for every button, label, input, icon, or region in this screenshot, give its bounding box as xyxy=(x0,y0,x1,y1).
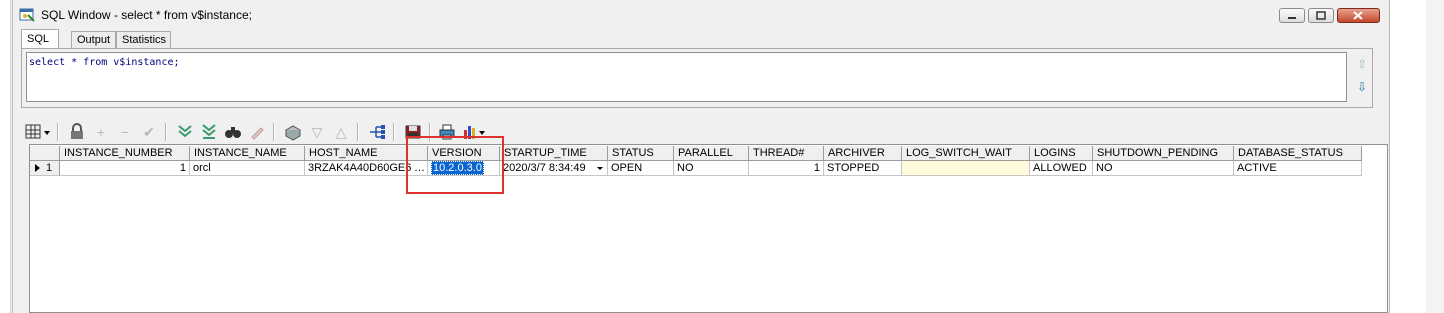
cell-text: 2020/3/7 8:34:49 xyxy=(503,162,586,174)
cell-text: OPEN xyxy=(611,162,643,174)
clear-icon[interactable] xyxy=(247,122,267,142)
find-icon[interactable] xyxy=(223,122,243,142)
highlight-box xyxy=(406,136,504,194)
delete-record-icon[interactable]: − xyxy=(115,122,135,142)
row-pointer-icon xyxy=(32,161,42,175)
fetch-last-icon[interactable] xyxy=(199,122,219,142)
col-shutdown-pending[interactable]: SHUTDOWN_PENDING xyxy=(1093,146,1234,161)
toolbar-separator xyxy=(57,123,59,141)
cell-thread[interactable]: 1 xyxy=(749,161,824,176)
col-parallel[interactable]: PARALLEL xyxy=(674,146,749,161)
fetch-next-icon[interactable] xyxy=(175,122,195,142)
scroll-down-icon[interactable]: ⇩ xyxy=(1354,80,1370,94)
minimize-icon xyxy=(1288,17,1296,19)
cell-archiver[interactable]: STOPPED xyxy=(824,161,902,176)
tab-output[interactable]: Output xyxy=(71,31,116,48)
cell-text: NO xyxy=(1096,162,1113,174)
scroll-up-icon[interactable]: ⇧ xyxy=(1354,57,1370,71)
cell-instance-number[interactable]: 1 xyxy=(60,161,190,176)
background-area xyxy=(1388,0,1444,313)
post-changes-icon[interactable]: ✔ xyxy=(139,122,159,142)
row-indicator[interactable]: 1 xyxy=(30,161,60,176)
filter-icon[interactable]: ▽ xyxy=(307,122,327,142)
restore-icon xyxy=(1316,11,1326,20)
cell-log-switch-wait[interactable] xyxy=(902,161,1030,176)
cell-shutdown-pending[interactable]: NO xyxy=(1093,161,1234,176)
query-by-example-icon[interactable] xyxy=(367,122,387,142)
cell-text: ALLOWED xyxy=(1033,162,1087,174)
sql-window-icon xyxy=(19,8,35,22)
cell-startup-time[interactable]: 2020/3/7 8:34:49 xyxy=(500,161,608,176)
background-window-edge xyxy=(0,0,11,313)
cell-instance-name[interactable]: orcl xyxy=(190,161,305,176)
sort-icon[interactable]: △ xyxy=(331,122,351,142)
row-number: 1 xyxy=(46,162,53,174)
window-title: SQL Window - select * from v$instance; xyxy=(41,8,252,22)
tab-statistics[interactable]: Statistics xyxy=(116,31,171,48)
cell-text: 3RZAK4A40D60GE6 xyxy=(308,162,412,174)
cell-text: 1 xyxy=(813,162,820,174)
row-indicator-header[interactable] xyxy=(30,146,60,161)
sql-editor-panel: select * from v$instance; ⇧ ⇩ xyxy=(21,48,1373,108)
tab-sql[interactable]: SQL xyxy=(21,29,59,49)
col-archiver[interactable]: ARCHIVER xyxy=(824,146,902,161)
col-startup-time[interactable]: STARTUP_TIME xyxy=(500,146,608,161)
sql-text: select * from v$instance; xyxy=(29,57,180,68)
col-database-status[interactable]: DATABASE_STATUS xyxy=(1234,146,1362,161)
toolbar-separator xyxy=(393,123,395,141)
cell-text: ACTIVE xyxy=(1237,162,1277,174)
lock-icon[interactable] xyxy=(67,122,87,142)
results-toolbar: + − ✔ ▽ △ xyxy=(17,120,1377,144)
close-icon xyxy=(1353,11,1363,20)
dropdown-arrow-icon[interactable] xyxy=(596,161,604,175)
toolbar-separator xyxy=(273,123,275,141)
toolbar-separator xyxy=(165,123,167,141)
cell-text: NO xyxy=(677,162,694,174)
restore-button[interactable] xyxy=(1308,8,1334,23)
col-logins[interactable]: LOGINS xyxy=(1030,146,1093,161)
cell-logins[interactable]: ALLOWED xyxy=(1030,161,1093,176)
cell-status[interactable]: OPEN xyxy=(608,161,674,176)
cell-database-status[interactable]: ACTIVE xyxy=(1234,161,1362,176)
col-log-switch-wait[interactable]: LOG_SWITCH_WAIT xyxy=(902,146,1030,161)
grid-view-icon[interactable] xyxy=(23,122,51,142)
title-bar[interactable]: SQL Window - select * from v$instance; xyxy=(13,0,1389,30)
cell-text: 1 xyxy=(179,162,186,174)
minimize-button[interactable] xyxy=(1279,8,1305,23)
col-status[interactable]: STATUS xyxy=(608,146,674,161)
cell-text: orcl xyxy=(193,162,211,174)
results-grid[interactable]: INSTANCE_NUMBER INSTANCE_NAME HOST_NAME VER… xyxy=(29,144,1388,313)
col-instance-number[interactable]: INSTANCE_NUMBER xyxy=(60,146,190,161)
cell-parallel[interactable]: NO xyxy=(674,161,749,176)
export-icon[interactable] xyxy=(283,122,303,142)
col-instance-name[interactable]: INSTANCE_NAME xyxy=(190,146,305,161)
close-button[interactable] xyxy=(1337,8,1380,23)
toolbar-separator xyxy=(357,123,359,141)
cell-text: STOPPED xyxy=(827,162,880,174)
sql-window: SQL Window - select * from v$instance; S… xyxy=(12,0,1390,313)
col-thread[interactable]: THREAD# xyxy=(749,146,824,161)
add-record-icon[interactable]: + xyxy=(91,122,111,142)
sql-editor[interactable]: select * from v$instance; xyxy=(26,52,1347,102)
